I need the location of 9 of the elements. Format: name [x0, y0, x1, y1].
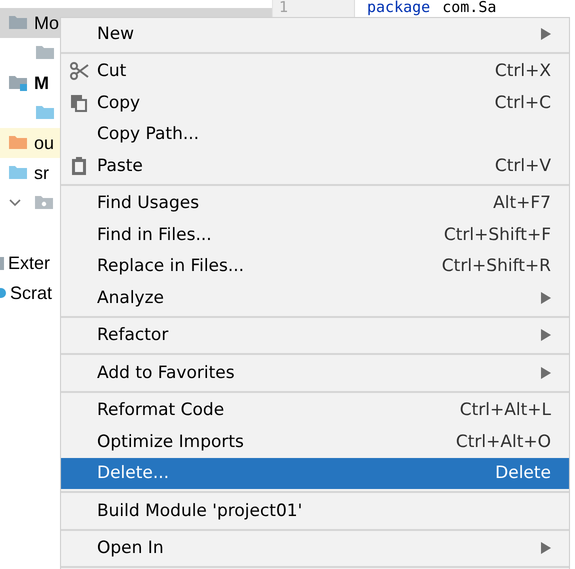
tree-item-label: ou: [34, 132, 54, 154]
tree-item-label: Scrat: [10, 282, 52, 304]
tree-item-label: Mo: [34, 12, 60, 34]
code-keyword: package: [367, 0, 430, 15]
tree-item-label: sr: [34, 162, 49, 184]
code-text: com.Sa: [442, 0, 496, 15]
tree-item-label: M: [34, 72, 49, 94]
tree-item-label: Exter: [8, 252, 50, 274]
line-number: 1: [279, 0, 290, 15]
